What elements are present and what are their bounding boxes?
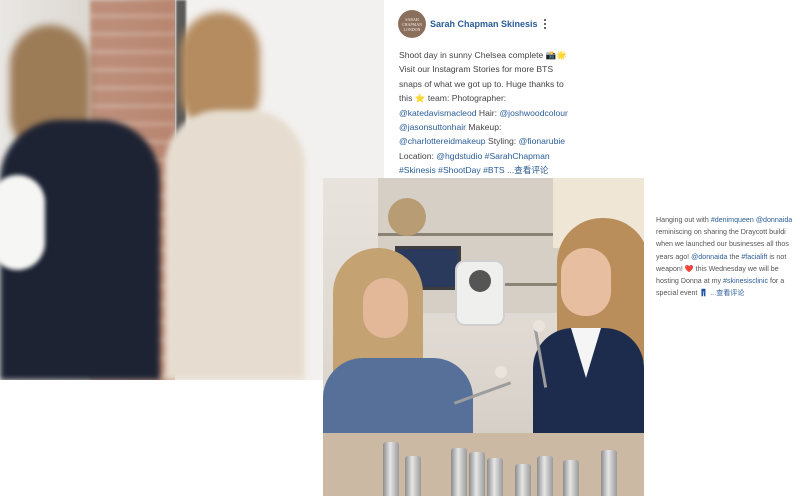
metal-cylinder [383, 442, 399, 496]
caption-text: Styling: [485, 136, 519, 147]
view-comments-link[interactable]: ...查看评论 [505, 165, 549, 175]
caption-text: Hanging out with [656, 216, 711, 224]
metal-cylinder [563, 460, 579, 496]
caption-text: snaps of what we got up to. Huge thanks … [399, 78, 564, 89]
caption-text: Location: [399, 150, 437, 161]
metal-cylinder [469, 452, 485, 496]
mention-link[interactable]: @hgdstudio [436, 151, 482, 161]
caption-text: the [727, 252, 742, 261]
mention-link[interactable]: @donnaida [691, 253, 727, 261]
post-caption: Shoot day in sunny Chelsea complete 📸🌟 Vi… [399, 48, 597, 178]
mention-link[interactable]: @jasonsuttonhair [399, 122, 466, 132]
post-card: SARAH CHAPMAN LONDON Sarah Chapman Skine… [384, 0, 597, 180]
view-comments-link[interactable]: ...查看评论 [710, 289, 744, 297]
caption-text: weapon! ❤️ this Wednesday we will be [656, 264, 779, 273]
caption-line: @katedavismacleod Hair: @joshwoodcolour [399, 106, 597, 120]
caption-text: Makeup: [466, 122, 502, 133]
caption-line: this ⭐ team: Photographer: [399, 91, 597, 105]
caption-line: years ago! @donnaida the #facialift is n… [656, 251, 800, 263]
hashtag-link[interactable]: #denimqueen [711, 216, 754, 224]
account-name[interactable]: Sarah Chapman Skinesis [430, 19, 538, 29]
caption-text: this ⭐ team: Photographer: [399, 93, 507, 104]
metal-cylinder [537, 456, 553, 496]
caption-text: hosting Donna at my [656, 277, 724, 286]
caption-line: Shoot day in sunny Chelsea complete 📸🌟 [399, 48, 597, 62]
post-header: SARAH CHAPMAN LONDON Sarah Chapman Skine… [398, 8, 547, 40]
caption-text: Visit our Instagram Stories for more BTS [399, 64, 554, 75]
metal-cylinder [405, 456, 421, 496]
caption-line: weapon! ❤️ this Wednesday we will be [656, 263, 800, 275]
more-options-icon[interactable] [543, 19, 547, 29]
caption-text: for a [768, 277, 785, 286]
caption-text: when we launched our businesses all thos [656, 240, 789, 249]
caption-text: Shoot day in sunny Chelsea complete 📸🌟 [399, 50, 568, 60]
hashtag-link[interactable]: #ShootDay [438, 165, 481, 175]
caption-line: special event 👖 ...查看评论 [656, 287, 800, 299]
metal-cylinder [487, 458, 503, 496]
side-post-caption: Hanging out with #denimqueen @donnaida re… [656, 214, 800, 299]
mention-link[interactable]: @joshwoodcolour [499, 108, 567, 118]
hashtag-link[interactable]: #skinesisclinic [723, 277, 768, 285]
caption-text: special event 👖 [656, 289, 711, 298]
caption-text: reminiscing on sharing the Draycott buil… [656, 228, 786, 237]
caption-line: Location: @hgdstudio #SarahChapman [399, 149, 597, 163]
facial-tool-head [533, 320, 545, 332]
caption-text: Hair: [476, 107, 500, 118]
metal-cylinder [451, 448, 467, 496]
white-flowers [0, 175, 45, 270]
woman-right-face [561, 248, 611, 316]
caption-line: hosting Donna at my #skinesisclinic for … [656, 275, 800, 287]
avatar[interactable]: SARAH CHAPMAN LONDON [398, 10, 426, 38]
hashtag-link[interactable]: #facialift [741, 253, 767, 261]
metal-cylinder [515, 464, 531, 496]
mention-link[interactable]: @donnaida [756, 216, 792, 224]
woman-left-face [363, 278, 408, 338]
caption-line: @charlottereidmakeup Styling: @fionarubi… [399, 134, 597, 148]
hashtag-link[interactable]: #Skinesis [399, 165, 436, 175]
person-model [165, 110, 305, 380]
mention-link[interactable]: @katedavismacleod [399, 108, 477, 118]
device-lens [469, 270, 491, 292]
mention-link[interactable]: @charlottereidmakeup [399, 136, 486, 146]
caption-line: when we launched our businesses all thos [656, 238, 800, 250]
caption-line: @jasonsuttonhair Makeup: [399, 120, 597, 134]
caption-line: Visit our Instagram Stories for more BTS [399, 62, 597, 76]
hashtag-link[interactable]: #SarahChapman [485, 151, 550, 161]
metal-cylinder [601, 450, 617, 496]
post-photo[interactable] [323, 178, 644, 496]
facial-tool-head [495, 366, 507, 378]
caption-text: years ago! [656, 252, 692, 261]
caption-line: snaps of what we got up to. Huge thanks … [399, 77, 597, 91]
hashtag-link[interactable]: #BTS [483, 165, 505, 175]
caption-line: Hanging out with #denimqueen @donnaida [656, 214, 800, 226]
round-mirror [388, 198, 426, 236]
caption-line: #Skinesis #ShootDay #BTS ...查看评论 [399, 163, 597, 177]
caption-line: reminiscing on sharing the Draycott buil… [656, 226, 800, 238]
caption-text: is not [767, 252, 787, 261]
mention-link[interactable]: @fionarubie [519, 136, 565, 146]
